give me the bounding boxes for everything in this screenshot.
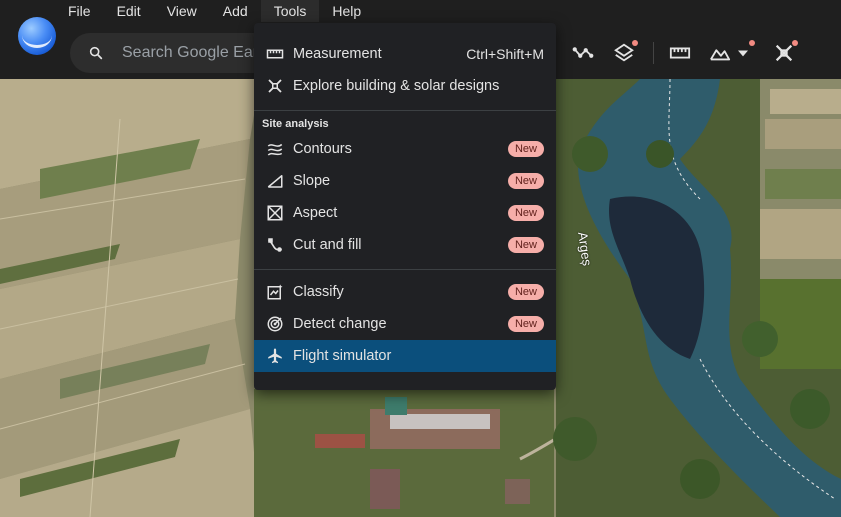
menu-item-slope[interactable]: Slope New	[254, 165, 556, 197]
menu-divider	[254, 269, 556, 270]
new-badge: New	[507, 237, 544, 253]
slope-icon	[266, 172, 284, 190]
ruler-icon[interactable]	[667, 40, 693, 66]
keyboard-shortcut: Ctrl+Shift+M	[466, 46, 544, 62]
ruler-icon	[266, 45, 284, 63]
menu-view[interactable]: View	[154, 0, 210, 22]
menu-item-classify[interactable]: Classify New	[254, 276, 556, 308]
google-earth-logo[interactable]	[18, 17, 56, 55]
menu-item-label: Detect change	[293, 316, 387, 332]
menu-item-label: Slope	[293, 173, 331, 189]
menu-tools[interactable]: Tools	[260, 0, 320, 22]
menu-item-label: Contours	[293, 141, 352, 157]
toolbar-divider	[653, 42, 654, 64]
menu-item-label: Flight simulator	[293, 348, 392, 364]
menu-edit[interactable]: Edit	[104, 0, 154, 22]
aspect-icon	[266, 204, 284, 222]
new-badge: New	[507, 284, 544, 300]
menu-file[interactable]: File	[55, 0, 104, 22]
menu-item-measurement[interactable]: Measurement Ctrl+Shift+M	[254, 38, 556, 70]
menu-add[interactable]: Add	[210, 0, 261, 22]
menu-divider	[254, 110, 556, 111]
cut-fill-icon	[266, 236, 284, 254]
chevron-down-icon[interactable]	[733, 40, 753, 66]
terrain-icon[interactable]	[707, 40, 733, 66]
new-badge: New	[507, 205, 544, 221]
menu-item-contours[interactable]: Contours New	[254, 133, 556, 165]
menu-item-label: Classify	[293, 284, 344, 300]
menu-bar: File Edit View Add Tools Help	[55, 0, 374, 22]
flight-tools-notification-dot	[792, 40, 798, 46]
search-input[interactable]: Search Google Earth	[122, 44, 262, 62]
detect-change-icon	[266, 315, 284, 333]
airplane-icon	[266, 347, 284, 365]
menu-item-flight-simulator[interactable]: Flight simulator	[254, 340, 556, 372]
menu-item-label: Cut and fill	[293, 237, 362, 253]
contours-icon	[266, 140, 284, 158]
classify-icon	[266, 283, 284, 301]
menu-item-label: Explore building & solar designs	[293, 78, 500, 94]
menu-help[interactable]: Help	[319, 0, 374, 22]
layers-notification-dot	[632, 40, 638, 46]
menu-item-explore-designs[interactable]: Explore building & solar designs	[254, 70, 556, 102]
new-badge: New	[507, 173, 544, 189]
search-bar[interactable]: Search Google Earth	[70, 33, 270, 73]
menu-item-label: Measurement	[293, 46, 382, 62]
building-solar-icon	[266, 77, 284, 95]
new-badge: New	[507, 316, 544, 332]
menu-item-detect-change[interactable]: Detect change New	[254, 308, 556, 340]
section-header-site-analysis: Site analysis	[262, 118, 329, 130]
tools-dropdown-menu: Measurement Ctrl+Shift+M Explore buildin…	[254, 23, 556, 390]
menu-item-label: Aspect	[293, 205, 338, 221]
new-badge: New	[507, 141, 544, 157]
menu-item-aspect[interactable]: Aspect New	[254, 197, 556, 229]
path-icon[interactable]	[570, 40, 596, 66]
menu-item-cut-and-fill[interactable]: Cut and fill New	[254, 229, 556, 261]
search-icon	[89, 46, 103, 60]
